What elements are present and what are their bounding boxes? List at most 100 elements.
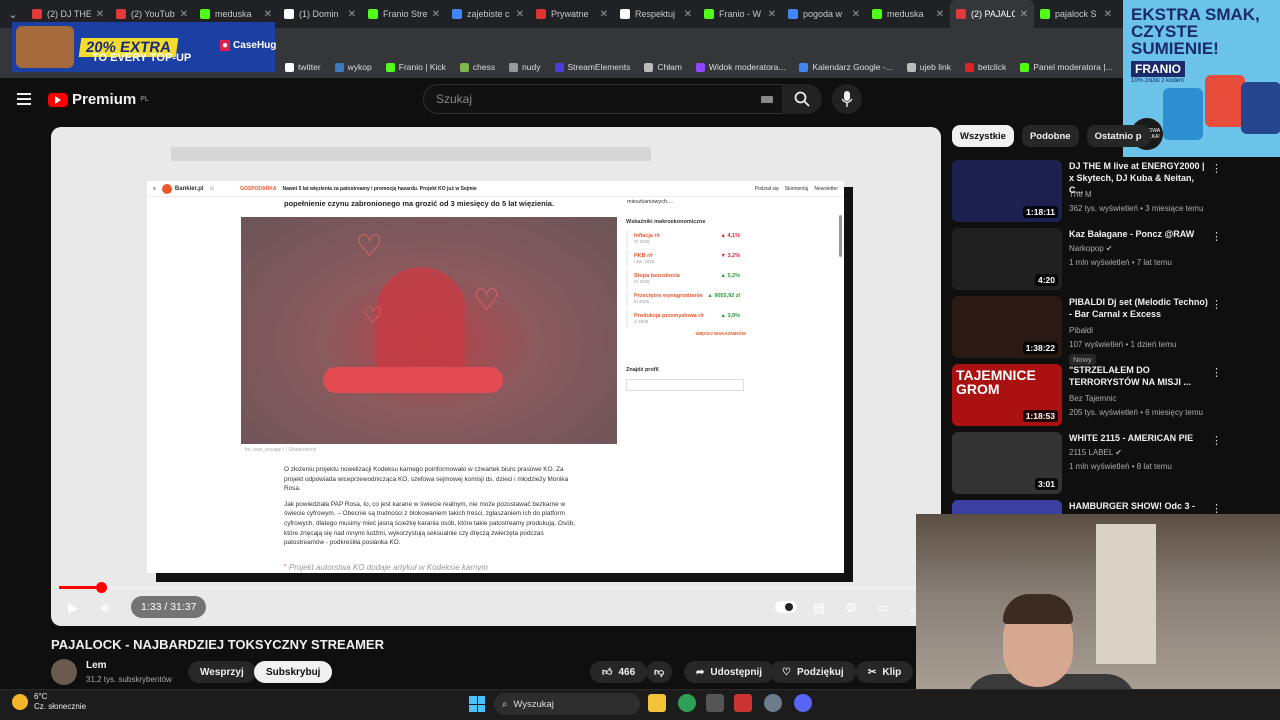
keyboard-icon[interactable] bbox=[761, 96, 773, 103]
bookmark-item[interactable]: Franio | Kick bbox=[385, 62, 446, 72]
chip-related[interactable]: Podobne bbox=[1021, 125, 1079, 147]
chrome-icon[interactable] bbox=[678, 694, 696, 712]
subtitles-icon[interactable]: ▤ bbox=[805, 596, 833, 620]
clip-button[interactable]: ✂ Klip bbox=[856, 661, 914, 683]
progress-bar[interactable] bbox=[59, 582, 917, 593]
bookmark-item[interactable]: Widok moderatora... bbox=[695, 62, 785, 72]
subscribe-button[interactable]: Subskrybuj bbox=[254, 661, 333, 683]
close-icon[interactable]: ✕ bbox=[684, 9, 692, 20]
close-icon[interactable]: ✕ bbox=[348, 9, 356, 20]
close-icon[interactable]: ✕ bbox=[180, 9, 188, 20]
bookmark-item[interactable]: nudy bbox=[509, 62, 541, 72]
bookmark-item[interactable]: Chłam bbox=[644, 62, 682, 72]
windows-start-icon[interactable] bbox=[469, 696, 485, 712]
tab-title: meduska bbox=[215, 9, 252, 19]
browser-tab[interactable]: Prywatne ✕ bbox=[530, 0, 614, 28]
bookmark-item[interactable]: twitter bbox=[285, 62, 321, 72]
video-thumbnail[interactable]: 3:01 bbox=[952, 432, 1062, 494]
app-icon[interactable] bbox=[706, 694, 724, 712]
browser-tab[interactable]: Respektuj ✕ bbox=[614, 0, 698, 28]
browser-tab[interactable]: pogoda w ✕ bbox=[782, 0, 866, 28]
bookmark-item[interactable]: StreamElements bbox=[554, 62, 630, 72]
taskbar-search[interactable]: ⌕ Wyszukaj bbox=[494, 693, 640, 715]
more-options-icon[interactable]: ⋮ bbox=[1211, 162, 1222, 175]
autoplay-toggle[interactable] bbox=[775, 601, 797, 613]
close-icon[interactable]: ✕ bbox=[1020, 9, 1028, 20]
player-controls: ▶ 🔊︎ 1:33 / 31:37 ▤ ⚙ ▭ ⤢ bbox=[51, 580, 941, 626]
close-icon[interactable]: ✕ bbox=[768, 9, 776, 20]
weather-widget[interactable]: 6°C Cz. słonecznie bbox=[12, 692, 86, 712]
close-icon[interactable]: ✕ bbox=[852, 9, 860, 20]
file-explorer-icon[interactable] bbox=[648, 694, 666, 712]
video-thumbnail[interactable]: TAJEMNICE GROM 1:18:53 bbox=[952, 364, 1062, 426]
trend-arrow-icon: ▲ bbox=[720, 233, 726, 239]
play-button[interactable]: ▶ bbox=[59, 596, 87, 620]
browser-tab[interactable]: (1) Domin ✕ bbox=[278, 0, 362, 28]
temperature: 6°C bbox=[34, 692, 48, 701]
recommendation-item[interactable]: TAJEMNICE GROM 1:18:53 "STRZELAŁEM DO TERR… bbox=[952, 362, 1222, 430]
volume-icon[interactable]: 🔊︎ bbox=[91, 596, 119, 620]
more-options-icon[interactable]: ⋮ bbox=[1211, 366, 1222, 379]
search-button[interactable] bbox=[782, 84, 822, 114]
close-icon[interactable]: ✕ bbox=[432, 9, 440, 20]
browser-tab[interactable]: meduska ✕ bbox=[866, 0, 950, 28]
close-icon[interactable]: ✕ bbox=[516, 9, 524, 20]
browser-tab[interactable]: (2) PAJALC ✕ bbox=[950, 0, 1034, 28]
tab-title: (1) Domin bbox=[299, 9, 339, 19]
close-icon[interactable]: ✕ bbox=[600, 9, 608, 20]
bookmark-item[interactable]: wykop bbox=[334, 62, 372, 72]
time-display: 1:33 / 31:37 bbox=[131, 596, 207, 618]
thanks-button[interactable]: ♡ Podziękuj bbox=[770, 661, 856, 683]
video-player[interactable]: ≡ Bankier.pl ⚇ GOSPODARKA Nawet 5 lat wi… bbox=[51, 127, 941, 626]
recommendation-item[interactable]: 4:20 Kaz Bałagane - Poncz @RAW Narkopop ✔ 1… bbox=[952, 226, 1222, 294]
menu-icon[interactable] bbox=[17, 93, 31, 105]
chip-recent[interactable]: Ostatnio p bbox=[1086, 125, 1150, 147]
bookmark-item[interactable]: Kalendarz Google -... bbox=[799, 62, 893, 72]
browser-tab[interactable]: pajalock S ✕ bbox=[1034, 0, 1118, 28]
indicator-date: I kw. 2025 bbox=[634, 259, 655, 264]
article-category: GOSPODARKA bbox=[240, 185, 277, 192]
close-icon[interactable]: ✕ bbox=[936, 9, 944, 20]
video-meta: 362 tys. wyświetleń • 3 miesiące temu bbox=[1069, 204, 1204, 213]
channel-avatar[interactable] bbox=[51, 659, 77, 685]
voice-search-button[interactable] bbox=[832, 84, 862, 114]
recommendation-item[interactable]: 3:01 WHITE 2115 - AMERICAN PIE 2115 LABEL … bbox=[952, 430, 1222, 498]
app-icon[interactable] bbox=[734, 694, 752, 712]
tab-title: (2) PAJALC bbox=[971, 9, 1015, 19]
article-body: O złożeniu projektu nowelizacji Kodeksu … bbox=[284, 465, 584, 554]
bookmark-item[interactable]: ujeb link bbox=[906, 62, 951, 72]
scrubber-handle[interactable] bbox=[96, 582, 108, 593]
tab-title: zajebiste c bbox=[467, 9, 510, 19]
video-thumbnail[interactable]: 1:38:22 bbox=[952, 296, 1062, 358]
more-options-icon[interactable]: ⋮ bbox=[1211, 434, 1222, 447]
close-icon[interactable]: ✕ bbox=[264, 9, 272, 20]
like-button[interactable]: 👍︎ 466 bbox=[590, 661, 648, 683]
promo-banner[interactable]: 20% EXTRA TO EVERY TOP-UP ● CaseHug bbox=[12, 22, 276, 72]
miniplayer-icon[interactable]: ▭ bbox=[869, 596, 897, 620]
more-options-icon[interactable]: ⋮ bbox=[1211, 298, 1222, 311]
video-thumbnail[interactable]: 1:18:11 bbox=[952, 160, 1062, 222]
browser-tab[interactable]: Franio - W ✕ bbox=[698, 0, 782, 28]
search-input[interactable]: Szukaj bbox=[423, 84, 783, 114]
bookmark-item[interactable]: chess bbox=[459, 62, 495, 72]
recommendation-item[interactable]: 1:38:22 PIBALDI Dj set (Melodic Techno) -… bbox=[952, 294, 1222, 365]
discord-icon[interactable] bbox=[794, 694, 812, 712]
bookmark-item[interactable]: Panel moderatora |... bbox=[1020, 62, 1113, 72]
more-options-icon[interactable]: ⋮ bbox=[1211, 230, 1222, 243]
chip-all[interactable]: Wszystkie bbox=[952, 125, 1014, 147]
blurred-header bbox=[171, 147, 651, 161]
close-icon[interactable]: ✕ bbox=[96, 9, 104, 20]
video-thumbnail[interactable]: 4:20 bbox=[952, 228, 1062, 290]
share-button[interactable]: ➦ Udostępnij bbox=[684, 661, 775, 683]
browser-tab[interactable]: Franio Stre ✕ bbox=[362, 0, 446, 28]
recommendation-item[interactable]: 1:18:11 DJ THE M live at ENERGY2000 | x S… bbox=[952, 158, 1222, 226]
youtube-logo[interactable]: Premium PL bbox=[48, 91, 149, 108]
settings-gear-icon[interactable]: ⚙ bbox=[837, 596, 865, 620]
dislike-button[interactable]: 👎︎ bbox=[646, 661, 673, 683]
close-icon[interactable]: ✕ bbox=[1104, 9, 1112, 20]
bookmark-item[interactable]: betclick bbox=[964, 62, 1006, 72]
support-button[interactable]: Wesprzyj bbox=[188, 661, 256, 683]
settings-icon[interactable] bbox=[764, 694, 782, 712]
browser-tab[interactable]: zajebiste c ✕ bbox=[446, 0, 530, 28]
channel-name[interactable]: Lem bbox=[86, 660, 107, 671]
